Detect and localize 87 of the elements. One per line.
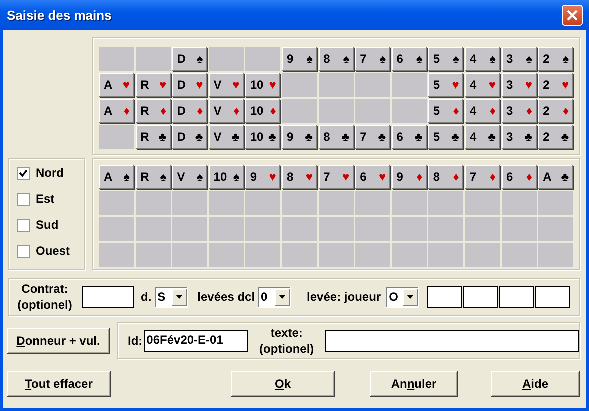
ok-button[interactable]: Ok: [231, 371, 335, 397]
card-button[interactable]: V ♣: [208, 125, 244, 149]
window-title: Saisie des mains: [7, 8, 112, 22]
card-button[interactable]: 6 ♥: [355, 165, 390, 189]
card-button[interactable]: 4 ♦: [464, 99, 500, 123]
card-button[interactable]: V ♠: [172, 165, 208, 189]
card-button[interactable]: 8 ♥: [282, 165, 317, 189]
lead-card-field[interactable]: [463, 286, 498, 308]
card-button[interactable]: V ♥: [208, 73, 244, 97]
contract-field[interactable]: [82, 286, 134, 308]
dropdown[interactable]: 0: [258, 286, 292, 308]
card-button[interactable]: A ♣: [538, 165, 574, 189]
card-button[interactable]: 8 ♠: [318, 47, 354, 71]
id-field[interactable]: 06Fév20-E-01: [144, 330, 248, 352]
card-button[interactable]: A ♦: [99, 99, 134, 123]
card-button[interactable]: 10 ♣: [245, 125, 280, 149]
card-button[interactable]: 2 ♥: [538, 73, 574, 97]
card-button[interactable]: D ♥: [172, 73, 208, 97]
card-button[interactable]: 7 ♥: [318, 165, 354, 189]
player-label: Nord: [36, 166, 64, 180]
card-button[interactable]: D ♠: [172, 47, 208, 71]
card-button[interactable]: 10 ♦: [245, 99, 280, 123]
card-button[interactable]: 10 ♠: [208, 165, 244, 189]
card-button[interactable]: R ♦: [136, 99, 171, 123]
card-button[interactable]: 9 ♣: [282, 125, 317, 149]
player-label: Ouest: [36, 244, 70, 258]
dropdown-arrow-icon: [279, 295, 286, 299]
dealer-button[interactable]: Donneur + vul.: [7, 328, 110, 354]
card-button[interactable]: 5 ♥: [428, 73, 464, 97]
tricks-label: levées dcl: [198, 290, 256, 304]
card-button[interactable]: 9 ♥: [245, 165, 280, 189]
card-button[interactable]: R ♠: [136, 165, 171, 189]
lead-label: levée: joueur: [307, 290, 382, 304]
clear-button[interactable]: Tout effacer: [7, 371, 111, 397]
card-button[interactable]: 6 ♠: [392, 47, 427, 71]
declarer-label: d.: [141, 290, 152, 304]
checkbox[interactable]: [17, 244, 30, 258]
lead-card-field[interactable]: [427, 286, 462, 308]
card-button[interactable]: R ♣: [136, 125, 171, 149]
text-label: texte: (optionel): [258, 324, 316, 356]
dropdown[interactable]: S: [154, 286, 188, 308]
lead-card-field[interactable]: [535, 286, 570, 308]
card-button[interactable]: 3 ♦: [502, 99, 537, 123]
close-button[interactable]: [562, 4, 583, 26]
card-button[interactable]: A ♠: [99, 165, 134, 189]
card-button[interactable]: 7 ♦: [464, 165, 500, 189]
card-button[interactable]: 5 ♣: [428, 125, 464, 149]
card-button[interactable]: A ♥: [99, 73, 134, 97]
card-button[interactable]: V ♦: [208, 99, 244, 123]
card-button[interactable]: 9 ♠: [282, 47, 317, 71]
checkbox[interactable]: [17, 192, 30, 206]
id-label: Id:: [128, 334, 143, 348]
player-label: Est: [36, 192, 55, 206]
checkbox[interactable]: [17, 166, 30, 180]
card-button[interactable]: 8 ♣: [318, 125, 354, 149]
player-label: Sud: [36, 218, 59, 232]
card-button[interactable]: 3 ♣: [502, 125, 537, 149]
card-button[interactable]: 4 ♥: [464, 73, 500, 97]
card-button[interactable]: 2 ♣: [538, 125, 574, 149]
contract-label: Contrat: (optionel): [16, 281, 74, 313]
dropdown-arrow-icon: [176, 295, 183, 299]
card-button[interactable]: R ♥: [136, 73, 171, 97]
card-button[interactable]: 2 ♦: [538, 99, 574, 123]
card-button[interactable]: D ♦: [172, 99, 208, 123]
card-button[interactable]: 5 ♦: [428, 99, 464, 123]
help-button[interactable]: Aide: [491, 371, 580, 397]
card-button[interactable]: 9 ♦: [392, 165, 427, 189]
lead-card-field[interactable]: [499, 286, 534, 308]
close-icon: [566, 8, 579, 22]
card-button[interactable]: 3 ♠: [502, 47, 537, 71]
card-button[interactable]: 8 ♦: [428, 165, 464, 189]
card-button[interactable]: 4 ♠: [464, 47, 500, 71]
checkbox[interactable]: [17, 218, 30, 232]
card-button[interactable]: D ♣: [172, 125, 208, 149]
dropdown[interactable]: O: [386, 286, 420, 308]
card-button[interactable]: 4 ♣: [464, 125, 500, 149]
card-button[interactable]: 6 ♦: [502, 165, 537, 189]
cancel-button[interactable]: Annuler: [370, 371, 458, 397]
card-button[interactable]: 7 ♠: [355, 47, 390, 71]
card-button[interactable]: 3 ♥: [502, 73, 537, 97]
card-button[interactable]: 5 ♠: [428, 47, 464, 71]
card-button[interactable]: 10 ♥: [245, 73, 280, 97]
card-button[interactable]: 7 ♣: [355, 125, 390, 149]
dropdown-arrow-icon: [407, 295, 414, 299]
text-field[interactable]: [325, 330, 579, 352]
card-button[interactable]: 6 ♣: [392, 125, 427, 149]
card-button[interactable]: 2 ♠: [538, 47, 574, 71]
